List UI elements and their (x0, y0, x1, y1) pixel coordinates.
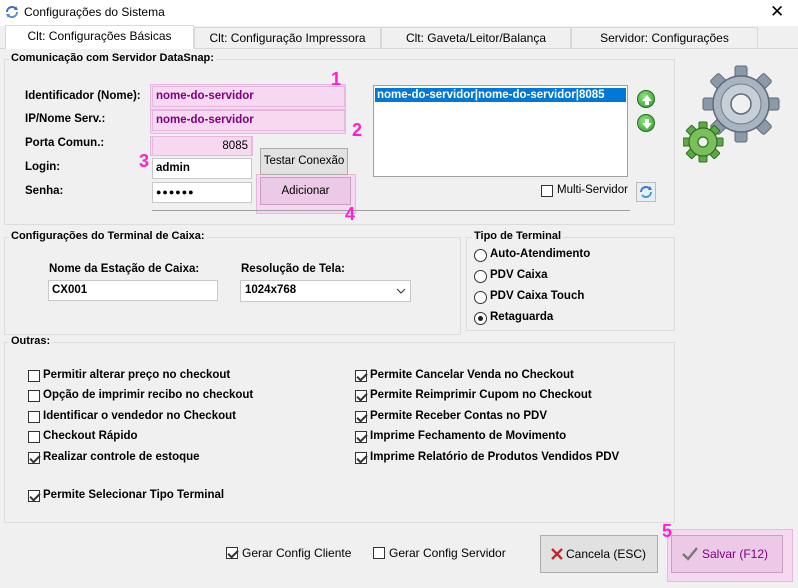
annotation-3: 3 (139, 151, 150, 171)
radio-pdv-caixa-label: PDV Caixa (490, 269, 548, 281)
gerar-config-cliente-checkbox[interactable] (226, 547, 238, 559)
checkbox-relatorio-produtos[interactable] (355, 452, 367, 464)
resolucao-select[interactable]: 1024x768 (240, 280, 411, 302)
tab-servidor-configuracoes[interactable]: Servidor: Configurações (571, 27, 758, 48)
window-title: Configurações do Sistema (24, 5, 165, 19)
cancel-button[interactable]: Cancela (ESC) (540, 535, 658, 573)
tab-configuracoes-basicas[interactable]: Clt: Configurações Básicas (5, 25, 194, 49)
arrow-down-icon (642, 119, 652, 129)
refresh-icon (640, 186, 652, 198)
refresh-button[interactable] (636, 182, 656, 202)
annotation-1: 1 (331, 69, 342, 89)
checkbox-reimprimir-cupom[interactable] (355, 390, 367, 402)
checkbox-cancelar-venda-label: Permite Cancelar Venda no Checkout (370, 369, 574, 381)
checkbox-relatorio-produtos-label: Imprime Relatório de Produtos Vendidos P… (370, 451, 620, 463)
checkbox-imprimir-recibo[interactable] (28, 390, 40, 402)
annotation-5: 5 (662, 521, 673, 541)
checkbox-selecionar-tipo-terminal[interactable] (28, 490, 40, 502)
gerar-config-servidor-checkbox[interactable] (373, 547, 385, 559)
checkbox-reimprimir-cupom-label: Permite Reimprimir Cupom no Checkout (370, 389, 592, 401)
adicionar-button[interactable]: Adicionar (260, 177, 351, 205)
checkbox-identificar-vendedor[interactable] (28, 411, 40, 423)
tab-configuracao-impressora[interactable]: Clt: Configuração Impressora (194, 27, 381, 48)
annotation-4: 4 (345, 204, 356, 224)
move-down-button[interactable] (637, 114, 655, 132)
multi-servidor-checkbox[interactable] (541, 185, 553, 197)
ip-input[interactable]: nome-do-servidor (152, 110, 345, 131)
gerar-config-cliente-label: Gerar Config Cliente (242, 546, 352, 560)
estacao-label: Nome da Estação de Caixa: (49, 263, 200, 275)
porta-label: Porta Comun.: (25, 137, 105, 149)
arrow-up-icon (642, 95, 652, 105)
checkbox-fechamento-movimento[interactable] (355, 431, 367, 443)
terminal-group-label: Configurações do Terminal de Caixa: (9, 230, 207, 242)
checkbox-alterar-preco[interactable] (28, 370, 40, 382)
porta-input[interactable]: 8085 (152, 136, 252, 156)
radio-pdv-caixa-touch-label: PDV Caixa Touch (490, 290, 585, 302)
radio-retaguarda-label: Retaguarda (490, 311, 554, 323)
ip-label: IP/Nome Serv.: (25, 113, 106, 125)
identificador-label: Identificador (Nome): (25, 90, 141, 102)
estacao-input[interactable]: CX001 (48, 280, 218, 301)
server-list-item[interactable]: nome-do-servidor|nome-do-servidor|8085 (375, 88, 626, 102)
annotation-2: 2 (352, 120, 363, 140)
multi-servidor-label: Multi-Servidor (557, 184, 628, 196)
resolucao-value: 1024x768 (245, 284, 297, 296)
save-button-label: Salvar (F12) (701, 547, 769, 561)
login-input[interactable]: admin (152, 158, 252, 179)
checkbox-receber-contas[interactable] (355, 411, 367, 423)
checkbox-cancelar-venda[interactable] (355, 370, 367, 382)
checkbox-controle-estoque[interactable] (28, 452, 40, 464)
checkbox-alterar-preco-label: Permitir alterar preço no checkout (43, 369, 231, 381)
resolucao-label: Resolução de Tela: (241, 263, 345, 275)
radio-retaguarda[interactable] (474, 312, 487, 325)
gerar-config-servidor-label: Gerar Config Servidor (389, 546, 506, 560)
checkbox-fechamento-movimento-label: Imprime Fechamento de Movimento (370, 430, 567, 442)
checkbox-controle-estoque-label: Realizar controle de estoque (43, 451, 200, 463)
settings-app-icon (6, 6, 18, 18)
login-label: Login: (25, 161, 61, 173)
checkbox-checkout-rapido[interactable] (28, 431, 40, 443)
tab-gaveta-leitor-balanca[interactable]: Clt: Gaveta/Leitor/Balança (381, 27, 571, 48)
senha-label: Senha: (25, 185, 64, 197)
tipo-terminal-group-label: Tipo de Terminal (472, 230, 563, 242)
checkmark-icon (682, 547, 698, 561)
identificador-input[interactable]: nome-do-servidor (152, 86, 345, 107)
server-listbox[interactable]: nome-do-servidor|nome-do-servidor|8085 (373, 85, 628, 177)
radio-pdv-caixa[interactable] (474, 270, 487, 283)
datasnap-group-label: Comunicação com Servidor DataSnap: (9, 52, 216, 64)
radio-auto-atendimento-label: Auto-Atendimento (490, 248, 591, 260)
move-up-button[interactable] (637, 90, 655, 108)
cancel-x-icon (551, 548, 563, 560)
save-button[interactable]: Salvar (F12) (671, 535, 783, 573)
radio-auto-atendimento[interactable] (474, 249, 487, 262)
checkbox-imprimir-recibo-label: Opção de imprimir recibo no checkout (43, 389, 254, 401)
close-icon[interactable]: ✕ (770, 2, 784, 22)
gears-icon (683, 65, 780, 163)
checkbox-checkout-rapido-label: Checkout Rápido (43, 430, 138, 442)
outras-group-label: Outras: (9, 335, 53, 347)
senha-input[interactable]: ●●●●●● (152, 182, 252, 203)
testar-conexao-button[interactable]: Testar Conexão (260, 148, 348, 175)
checkbox-receber-contas-label: Permite Receber Contas no PDV (370, 410, 548, 422)
checkbox-identificar-vendedor-label: Identificar o vendedor no Checkout (43, 410, 236, 422)
chevron-down-icon (396, 288, 406, 294)
cancel-button-label: Cancela (ESC) (565, 547, 647, 561)
divider (152, 210, 630, 211)
checkbox-selecionar-tipo-terminal-label: Permite Selecionar Tipo Terminal (43, 489, 225, 501)
radio-pdv-caixa-touch[interactable] (474, 291, 487, 304)
